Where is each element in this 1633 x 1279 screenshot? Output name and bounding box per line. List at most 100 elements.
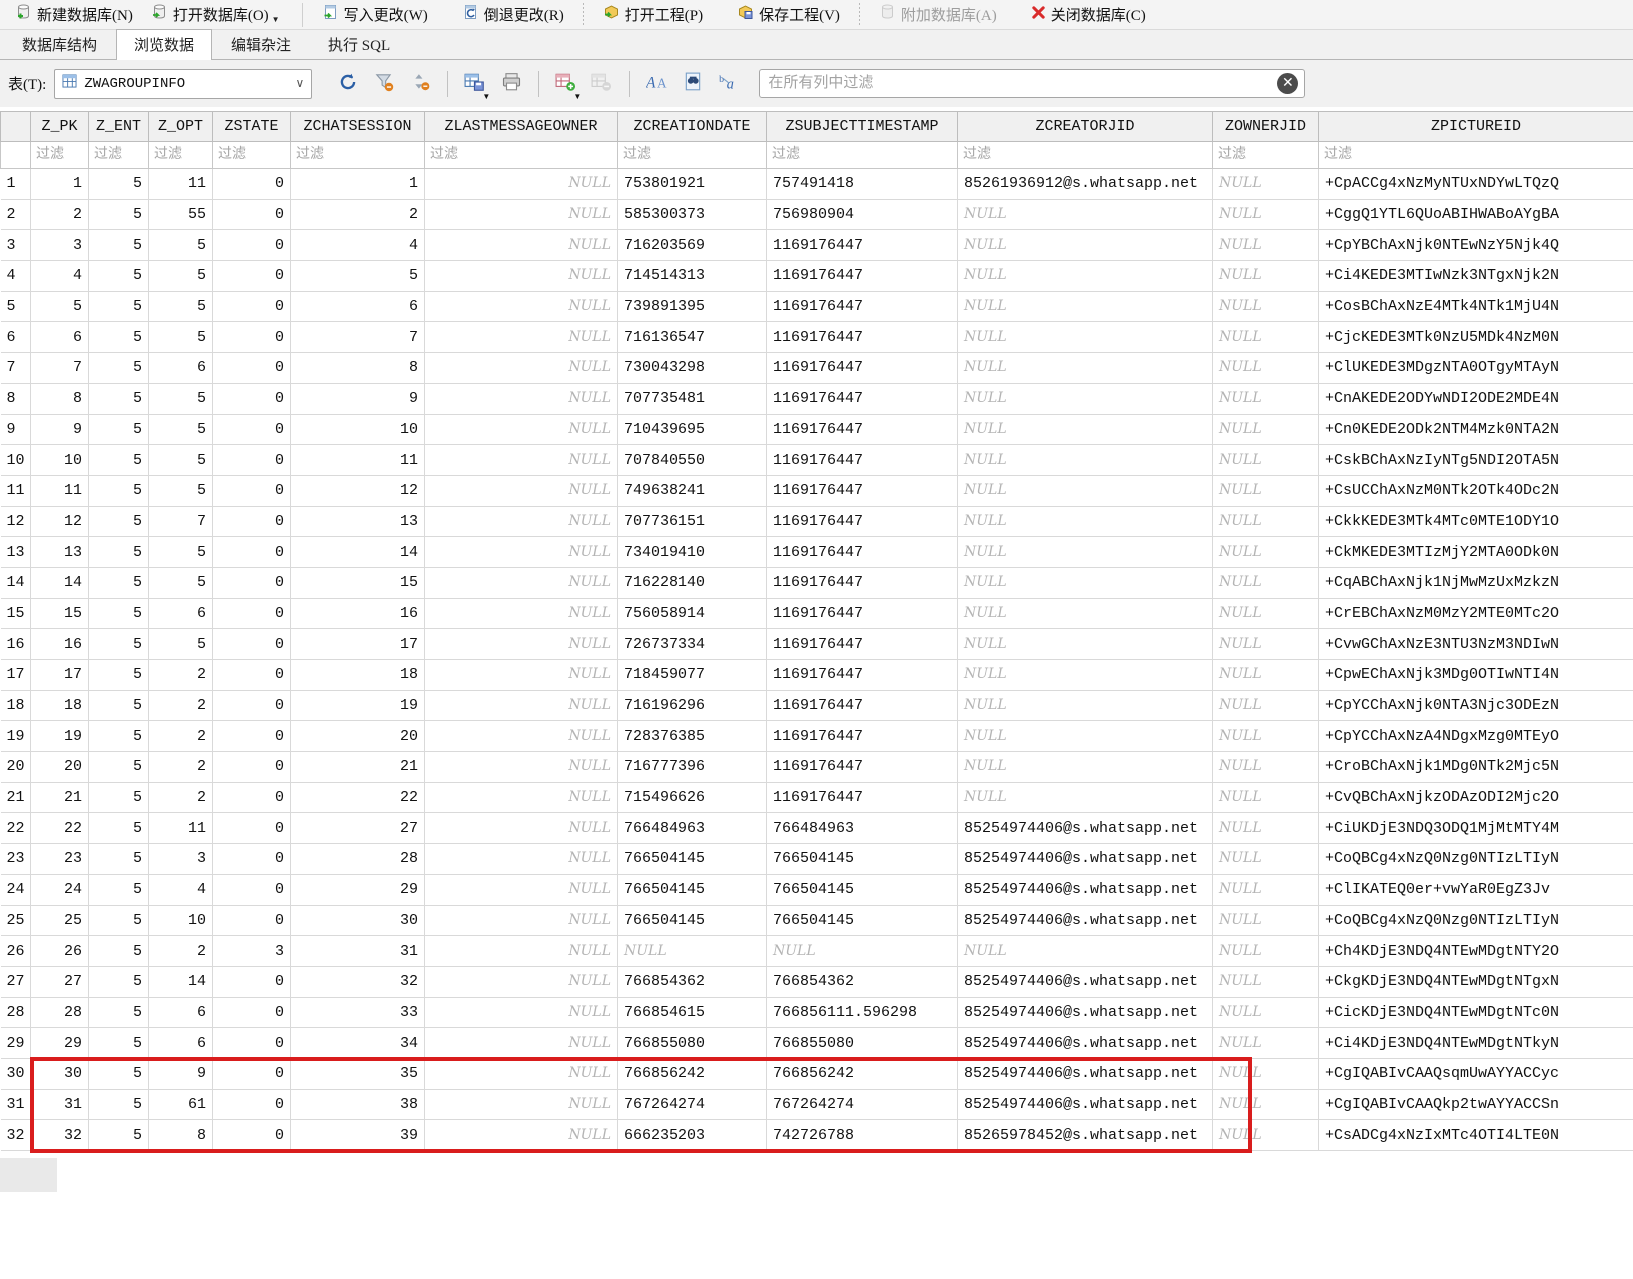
- cell-Z_OPT[interactable]: 7: [148, 506, 213, 538]
- cell-ZPICTUREID[interactable]: +CsADCg4xNzIxMTc4OTI4LTE0N: [1318, 1119, 1633, 1151]
- cell-Z_OPT[interactable]: 11: [148, 812, 213, 845]
- cell-ZPICTUREID[interactable]: +CiUKDjE3NDQ3ODQ1MjMtMTY4M: [1318, 812, 1633, 845]
- cell-ZCREATORJID[interactable]: NULL: [957, 414, 1213, 446]
- menubar-item-revert-changes[interactable]: 倒退更改(R): [453, 2, 573, 27]
- cell-ZCREATORJID[interactable]: NULL: [957, 659, 1213, 691]
- cell-ZOWNERJID[interactable]: NULL: [1212, 751, 1319, 783]
- export-dropdown-caret[interactable]: ▼: [482, 92, 490, 101]
- cell-Z_PK[interactable]: 7: [30, 352, 89, 384]
- cell-Z_OPT[interactable]: 6: [148, 598, 213, 630]
- cell-ZSUBJECTTIMESTAMP[interactable]: 1169176447: [766, 444, 958, 476]
- cell-ZLASTMESSAGEOWNER[interactable]: NULL: [424, 659, 618, 691]
- cell-Z_PK[interactable]: 4: [30, 260, 89, 292]
- cell-ZCHATSESSION[interactable]: 34: [290, 1027, 425, 1059]
- cell-Z_PK[interactable]: 10: [30, 444, 89, 476]
- cell-Z_OPT[interactable]: 8: [148, 1119, 213, 1151]
- cell-ZCREATORJID[interactable]: NULL: [957, 444, 1213, 476]
- cell-ZCREATIONDATE[interactable]: 716136547: [617, 321, 767, 354]
- cell-ZCREATORJID[interactable]: NULL: [957, 321, 1213, 354]
- cell-ZPICTUREID[interactable]: +CpYBChAxNjk0NTEwNzY5Njk4Q: [1318, 229, 1633, 262]
- cell-Z_PK[interactable]: 12: [30, 506, 89, 538]
- cell-ZCREATIONDATE[interactable]: 666235203: [617, 1119, 767, 1151]
- menubar-item-attach-database[interactable]: 附加数据库(A): [870, 2, 1006, 27]
- cell-ZCREATIONDATE[interactable]: 714514313: [617, 260, 767, 292]
- cell-ZCHATSESSION[interactable]: 4: [290, 229, 425, 262]
- cell-Z_ENT[interactable]: 5: [88, 598, 149, 630]
- cell-ZCREATIONDATE[interactable]: 716196296: [617, 690, 767, 722]
- cell-Z_PK[interactable]: 20: [30, 751, 89, 783]
- cell-ZOWNERJID[interactable]: NULL: [1212, 966, 1319, 998]
- cell-Z_PK[interactable]: 13: [30, 536, 89, 568]
- cell-ZCREATIONDATE[interactable]: 753801921: [617, 168, 767, 200]
- cell-ZCHATSESSION[interactable]: 13: [290, 506, 425, 538]
- row-number[interactable]: 2: [0, 199, 31, 231]
- cell-Z_OPT[interactable]: 9: [148, 1058, 213, 1090]
- filter-input-ZCREATORJID[interactable]: [958, 142, 1212, 168]
- cell-ZCREATORJID[interactable]: NULL: [957, 229, 1213, 262]
- cell-ZLASTMESSAGEOWNER[interactable]: NULL: [424, 1119, 618, 1151]
- cell-ZCREATORJID[interactable]: 85254974406@s.whatsapp.net: [957, 997, 1213, 1029]
- cell-ZOWNERJID[interactable]: NULL: [1212, 782, 1319, 814]
- cell-Z_OPT[interactable]: 2: [148, 659, 213, 691]
- cell-ZCHATSESSION[interactable]: 29: [290, 874, 425, 906]
- cell-ZSTATE[interactable]: 0: [212, 1058, 291, 1090]
- cell-ZSTATE[interactable]: 0: [212, 966, 291, 998]
- cell-ZCREATIONDATE[interactable]: 730043298: [617, 352, 767, 384]
- cell-ZOWNERJID[interactable]: NULL: [1212, 414, 1319, 446]
- cell-ZOWNERJID[interactable]: NULL: [1212, 1089, 1319, 1121]
- cell-ZCHATSESSION[interactable]: 28: [290, 843, 425, 875]
- cell-ZLASTMESSAGEOWNER[interactable]: NULL: [424, 199, 618, 231]
- cell-ZOWNERJID[interactable]: NULL: [1212, 444, 1319, 476]
- row-number[interactable]: 17: [0, 659, 31, 691]
- cell-ZSUBJECTTIMESTAMP[interactable]: 1169176447: [766, 352, 958, 384]
- cell-ZSUBJECTTIMESTAMP[interactable]: 1169176447: [766, 260, 958, 292]
- cell-ZOWNERJID[interactable]: NULL: [1212, 199, 1319, 231]
- row-number[interactable]: 31: [0, 1089, 31, 1121]
- row-number[interactable]: 20: [0, 751, 31, 783]
- column-header-Z_OPT[interactable]: Z_OPT: [148, 111, 213, 142]
- cell-ZOWNERJID[interactable]: NULL: [1212, 843, 1319, 875]
- cell-Z_ENT[interactable]: 5: [88, 383, 149, 415]
- cell-ZOWNERJID[interactable]: NULL: [1212, 321, 1319, 354]
- cell-ZSTATE[interactable]: 0: [212, 751, 291, 783]
- cell-ZCREATORJID[interactable]: NULL: [957, 567, 1213, 599]
- cell-ZSTATE[interactable]: 0: [212, 843, 291, 875]
- cell-ZLASTMESSAGEOWNER[interactable]: NULL: [424, 475, 618, 507]
- cell-ZCREATIONDATE[interactable]: 766484963: [617, 812, 767, 845]
- cell-ZLASTMESSAGEOWNER[interactable]: NULL: [424, 291, 618, 323]
- cell-ZSTATE[interactable]: 0: [212, 1119, 291, 1151]
- cell-ZSTATE[interactable]: 0: [212, 782, 291, 814]
- row-number[interactable]: 15: [0, 598, 31, 630]
- cell-Z_PK[interactable]: 23: [30, 843, 89, 875]
- cell-Z_OPT[interactable]: 5: [148, 414, 213, 446]
- column-header-ZCREATIONDATE[interactable]: ZCREATIONDATE: [617, 111, 767, 142]
- cell-ZCREATIONDATE[interactable]: 707736151: [617, 506, 767, 538]
- cell-ZCREATORJID[interactable]: 85254974406@s.whatsapp.net: [957, 1058, 1213, 1090]
- cell-ZOWNERJID[interactable]: NULL: [1212, 1027, 1319, 1059]
- cell-ZSUBJECTTIMESTAMP[interactable]: 766484963: [766, 812, 958, 845]
- column-header-ZOWNERJID[interactable]: ZOWNERJID: [1212, 111, 1319, 142]
- cell-ZOWNERJID[interactable]: NULL: [1212, 659, 1319, 691]
- cell-ZCREATORJID[interactable]: NULL: [957, 782, 1213, 814]
- cell-ZLASTMESSAGEOWNER[interactable]: NULL: [424, 905, 618, 937]
- cell-Z_OPT[interactable]: 61: [148, 1089, 213, 1121]
- cell-Z_PK[interactable]: 19: [30, 720, 89, 753]
- cell-Z_PK[interactable]: 29: [30, 1027, 89, 1059]
- cell-Z_ENT[interactable]: 5: [88, 966, 149, 998]
- cell-ZSUBJECTTIMESTAMP[interactable]: 1169176447: [766, 720, 958, 753]
- clear-sorting-button[interactable]: [405, 69, 435, 99]
- cell-Z_ENT[interactable]: 5: [88, 199, 149, 231]
- cell-ZSTATE[interactable]: 0: [212, 414, 291, 446]
- cell-ZSUBJECTTIMESTAMP[interactable]: 1169176447: [766, 229, 958, 262]
- cell-Z_ENT[interactable]: 5: [88, 690, 149, 722]
- cell-ZCREATIONDATE[interactable]: 585300373: [617, 199, 767, 231]
- cell-Z_ENT[interactable]: 5: [88, 352, 149, 384]
- cell-ZPICTUREID[interactable]: +Ci4KEDE3MTIwNzk3NTgxNjk2N: [1318, 260, 1633, 292]
- cell-Z_OPT[interactable]: 5: [148, 536, 213, 568]
- cell-ZSUBJECTTIMESTAMP[interactable]: 766856242: [766, 1058, 958, 1090]
- cell-Z_PK[interactable]: 21: [30, 782, 89, 814]
- cell-Z_PK[interactable]: 31: [30, 1089, 89, 1121]
- row-number[interactable]: 13: [0, 536, 31, 568]
- cell-Z_ENT[interactable]: 5: [88, 1027, 149, 1059]
- cell-Z_OPT[interactable]: 10: [148, 905, 213, 937]
